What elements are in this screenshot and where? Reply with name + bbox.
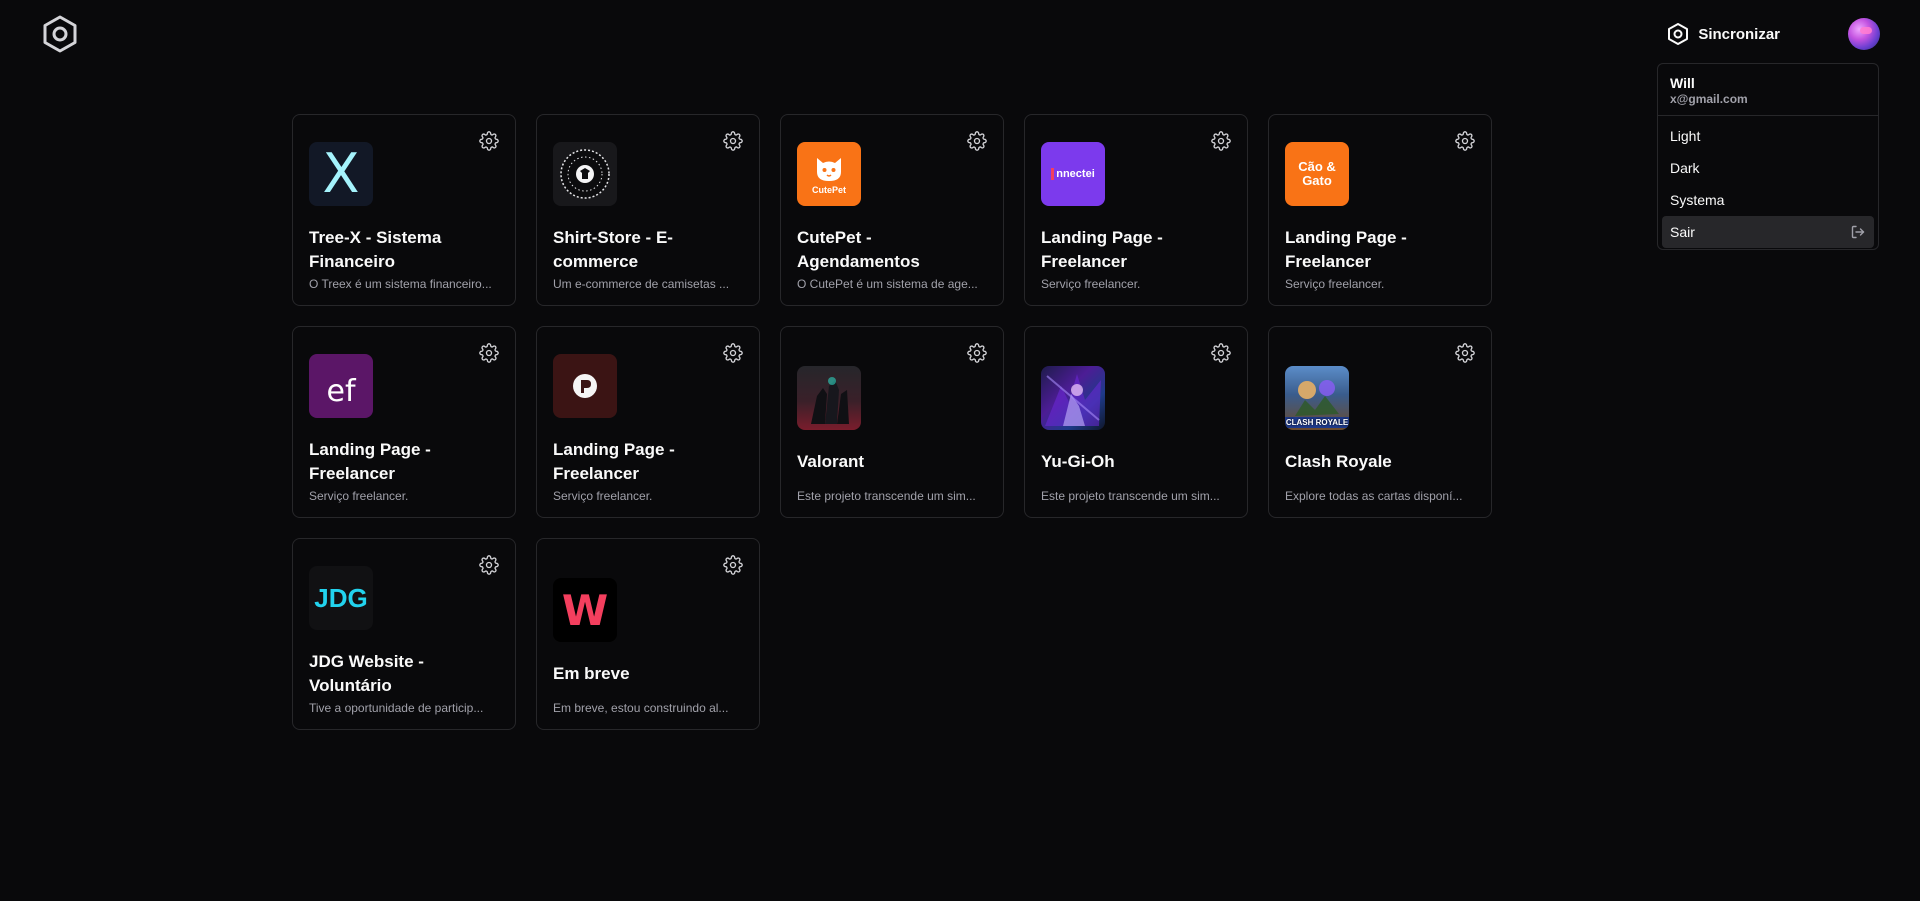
- project-logo: [1041, 366, 1105, 430]
- project-logo-text: JDG: [314, 582, 368, 613]
- project-logo-text: nnectei: [1051, 168, 1095, 180]
- project-title: Landing Page - Freelancer: [1041, 228, 1163, 271]
- project-description: Tive a oportunidade de particip...: [309, 701, 484, 715]
- menu-item-label: Sair: [1670, 224, 1695, 240]
- gear-icon[interactable]: [967, 131, 987, 151]
- project-logo-text: CutePet: [811, 184, 846, 195]
- project-description: Serviço freelancer.: [553, 489, 653, 503]
- project-logo: X: [309, 142, 373, 206]
- gear-icon[interactable]: [723, 131, 743, 151]
- project-card[interactable]: Yu-Gi-Oh Este projeto transcende um sim.…: [1024, 326, 1248, 518]
- project-logo: [553, 354, 617, 418]
- hexagon-sync-icon: [1668, 23, 1689, 45]
- hexagon-logo-icon[interactable]: [40, 14, 80, 54]
- project-title: Landing Page - Freelancer: [309, 440, 431, 483]
- gear-icon[interactable]: [723, 343, 743, 363]
- menu-item-label: Light: [1670, 128, 1701, 144]
- user-name: Will: [1670, 75, 1695, 91]
- logout-icon: [1851, 225, 1865, 239]
- project-logo: JDG: [309, 566, 373, 630]
- gear-icon[interactable]: [1455, 343, 1475, 363]
- sync-label: Sincronizar: [1698, 25, 1780, 43]
- project-logo-text: CLASH ROYALE: [1285, 417, 1349, 428]
- project-title: Em breve: [553, 664, 630, 683]
- project-logo: CutePet: [797, 142, 861, 206]
- project-title: CutePet - Agendamentos: [797, 228, 920, 271]
- project-title: JDG Website - Voluntário: [309, 652, 424, 695]
- project-logo-text: ef: [326, 373, 356, 409]
- menu-item-label: Systema: [1670, 192, 1725, 208]
- shirt-store-logo-icon: [560, 149, 610, 199]
- user-menu: Will x@gmail.com Light Dark Systema Sair: [1657, 63, 1879, 250]
- gear-icon[interactable]: [967, 343, 987, 363]
- project-logo-text: W: [561, 585, 609, 635]
- project-logo: W: [553, 578, 617, 642]
- gear-icon[interactable]: [723, 555, 743, 575]
- project-title: Shirt-Store - E-commerce: [553, 228, 673, 271]
- project-logo: [797, 366, 861, 430]
- gear-icon[interactable]: [479, 555, 499, 575]
- project-logo: CLASH ROYALE: [1285, 366, 1349, 430]
- project-description: O CutePet é um sistema de age...: [797, 277, 978, 291]
- project-title: Yu-Gi-Oh: [1041, 452, 1115, 471]
- project-card[interactable]: Shirt-Store - E-commerce Um e-commerce d…: [536, 114, 760, 306]
- project-card[interactable]: Landing Page - Freelancer Serviço freela…: [536, 326, 760, 518]
- project-logo: nnectei: [1041, 142, 1105, 206]
- user-menu-header: Will x@gmail.com: [1658, 68, 1878, 116]
- gear-icon[interactable]: [479, 343, 499, 363]
- gear-icon[interactable]: [479, 131, 499, 151]
- project-card[interactable]: JDG JDG Website - Voluntário Tive a opor…: [292, 538, 516, 730]
- project-card[interactable]: CutePet CutePet - Agendamentos O CutePet…: [780, 114, 1004, 306]
- project-description: Serviço freelancer.: [1041, 277, 1141, 291]
- cat-icon: [817, 157, 841, 181]
- project-description: Explore todas as cartas disponí...: [1285, 489, 1463, 503]
- project-card[interactable]: W Em breve Em breve, estou construindo a…: [536, 538, 760, 730]
- project-logo: Cão & Gato: [1285, 142, 1349, 206]
- sync-button[interactable]: Sincronizar: [1666, 20, 1780, 48]
- project-logo: [553, 142, 617, 206]
- gear-icon[interactable]: [1211, 343, 1231, 363]
- project-logo-text: X: [322, 142, 360, 205]
- gear-icon[interactable]: [1455, 131, 1475, 151]
- project-card[interactable]: X Tree-X - Sistema Financeiro O Treex é …: [292, 114, 516, 306]
- project-title: Landing Page - Freelancer: [553, 440, 675, 483]
- project-card[interactable]: nnectei Landing Page - Freelancer Serviç…: [1024, 114, 1248, 306]
- project-description: Este projeto transcende um sim...: [1041, 489, 1220, 503]
- menu-item-dark[interactable]: Dark: [1662, 152, 1874, 184]
- project-description: O Treex é um sistema financeiro...: [309, 277, 492, 291]
- menu-item-system[interactable]: Systema: [1662, 184, 1874, 216]
- project-description: Serviço freelancer.: [309, 489, 409, 503]
- top-bar: Sincronizar: [0, 0, 1920, 68]
- menu-item-light[interactable]: Light: [1662, 120, 1874, 152]
- project-title: Valorant: [797, 452, 865, 471]
- valorant-art-icon: [811, 377, 849, 424]
- project-description: Serviço freelancer.: [1285, 277, 1385, 291]
- gear-icon[interactable]: [1211, 131, 1231, 151]
- user-email: x@gmail.com: [1670, 92, 1748, 106]
- project-card[interactable]: ef Landing Page - Freelancer Serviço fre…: [292, 326, 516, 518]
- brand-mark-icon: [573, 374, 597, 398]
- yugioh-art-icon: [1045, 374, 1101, 426]
- projects-grid: X Tree-X - Sistema Financeiro O Treex é …: [292, 114, 1492, 730]
- project-card[interactable]: CLASH ROYALE Clash Royale Explore todas …: [1268, 326, 1492, 518]
- menu-item-logout[interactable]: Sair: [1662, 216, 1874, 248]
- project-title: Clash Royale: [1285, 452, 1392, 471]
- menu-item-label: Dark: [1670, 160, 1700, 176]
- project-logo-text: Cão & Gato: [1298, 159, 1336, 188]
- project-description: Um e-commerce de camisetas ...: [553, 277, 730, 291]
- project-description: Este projeto transcende um sim...: [797, 489, 976, 503]
- avatar[interactable]: [1848, 18, 1880, 50]
- project-title: Tree-X - Sistema Financeiro: [309, 228, 442, 271]
- project-description: Em breve, estou construindo al...: [553, 701, 729, 715]
- project-title: Landing Page - Freelancer: [1285, 228, 1407, 271]
- project-logo: ef: [309, 354, 373, 418]
- project-card[interactable]: Cão & Gato Landing Page - Freelancer Ser…: [1268, 114, 1492, 306]
- project-card[interactable]: Valorant Este projeto transcende um sim.…: [780, 326, 1004, 518]
